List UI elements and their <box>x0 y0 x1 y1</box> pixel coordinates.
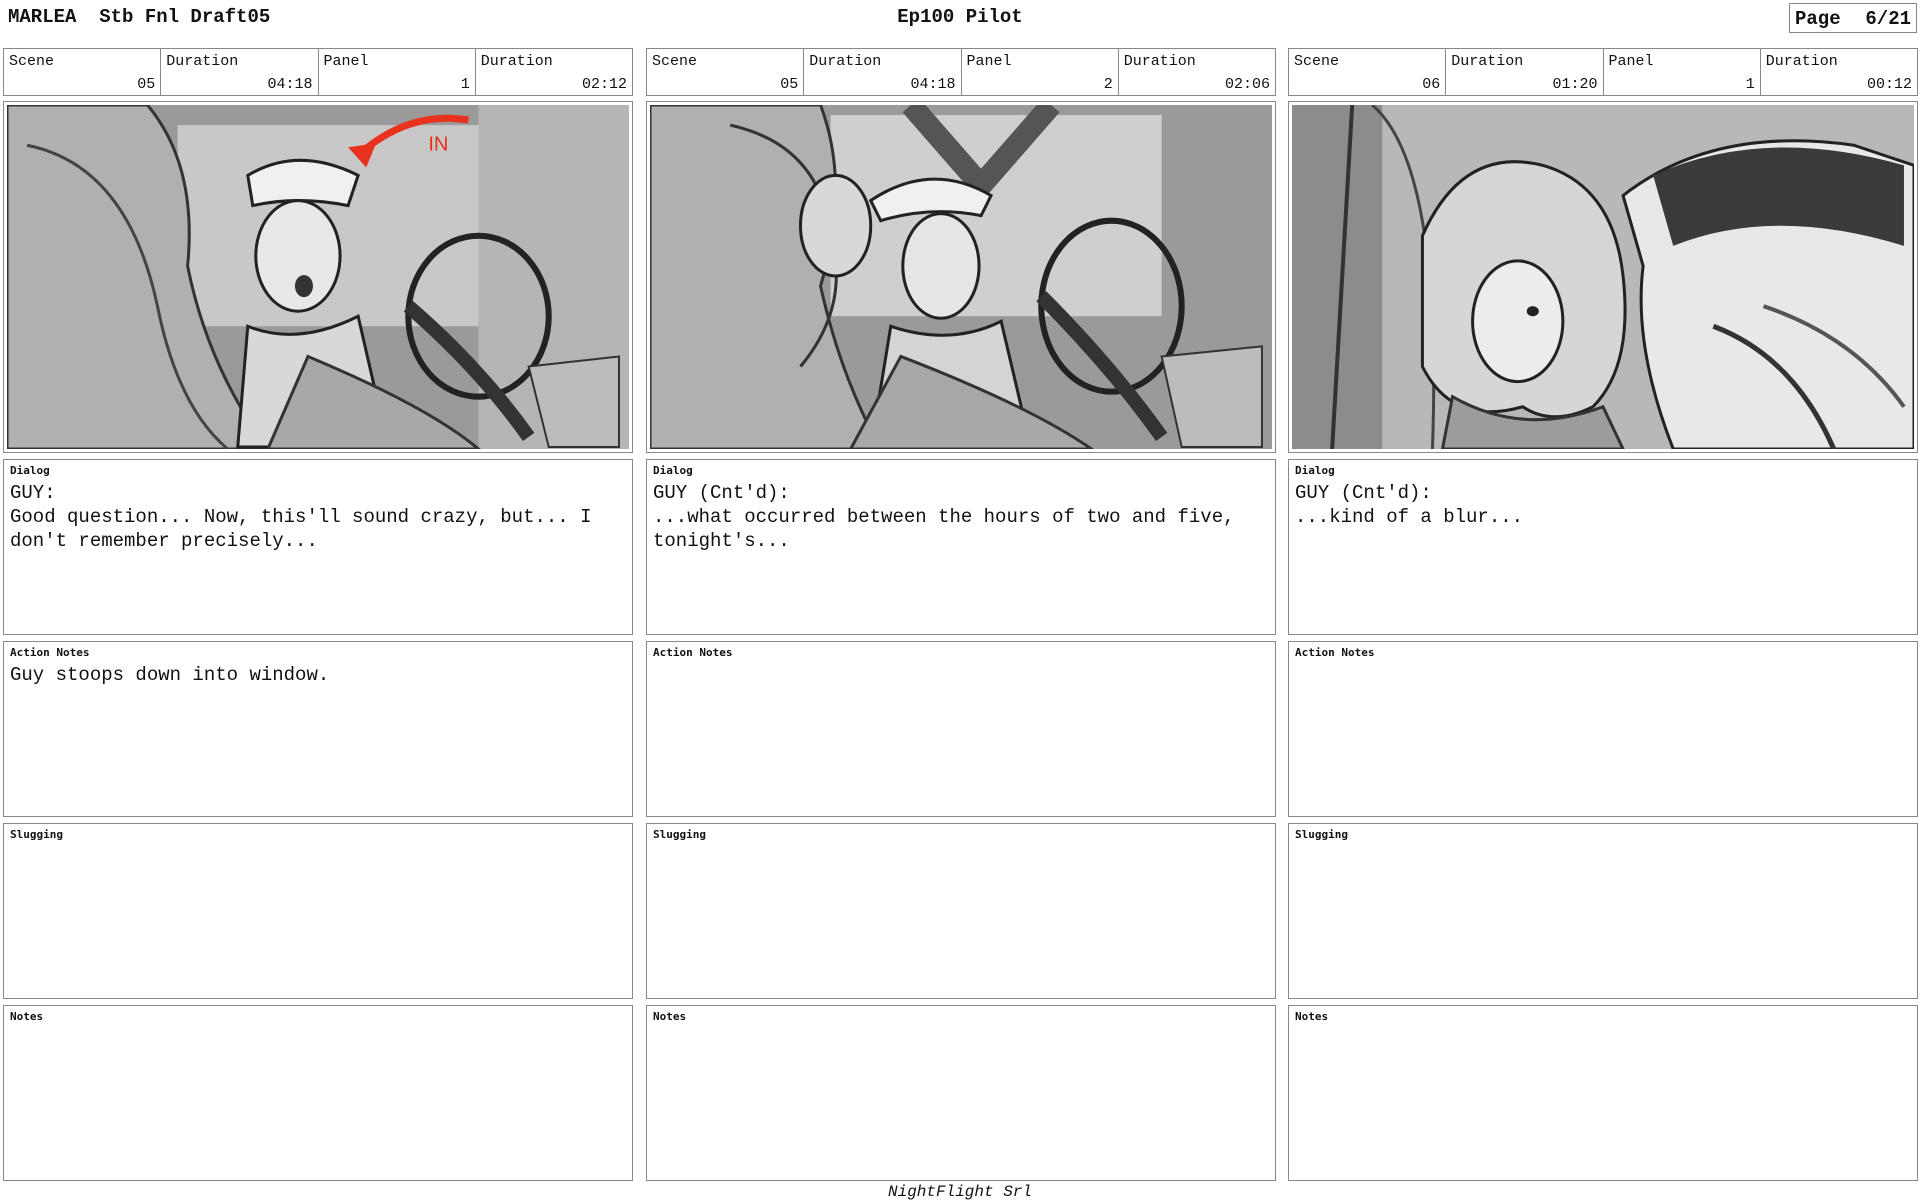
episode-title: Ep100 Pilot <box>897 6 1023 28</box>
action-notes-box: Action Notes <box>646 641 1276 817</box>
scene-duration-value: 04:18 <box>267 76 313 93</box>
dialog-box: Dialog GUY: Good question... Now, this'l… <box>3 459 633 635</box>
dialog-box: Dialog GUY (Cnt'd): ...kind of a blur... <box>1288 459 1918 635</box>
panel-value: 2 <box>1103 76 1113 93</box>
page-label: Page <box>1795 8 1841 30</box>
notes-label: Notes <box>1295 1010 1329 1023</box>
action-notes-label: Action Notes <box>1295 646 1375 659</box>
scene-duration-cell: Duration 04:18 <box>161 49 319 95</box>
slugging-box: Slugging <box>3 823 633 999</box>
dialog-label: Dialog <box>1295 464 1335 477</box>
panel-label: Panel <box>966 53 1012 70</box>
panel-duration-value: 02:06 <box>1224 76 1270 93</box>
scene-label: Scene <box>9 53 55 70</box>
sketch-woman-and-guy-in-car <box>650 105 1272 449</box>
panel-info-row: Scene 05 Duration 04:18 Panel 1 Duration… <box>3 48 633 96</box>
duration-label: Duration <box>480 53 553 70</box>
notes-box: Notes <box>646 1005 1276 1181</box>
panel-label: Panel <box>323 53 369 70</box>
scene-duration-cell: Duration 01:20 <box>1446 49 1604 95</box>
panel-duration-value: 02:12 <box>581 76 627 93</box>
panel-duration-value: 00:12 <box>1866 76 1912 93</box>
slugging-box: Slugging <box>646 823 1276 999</box>
action-notes-box: Action Notes Guy stoops down into window… <box>3 641 633 817</box>
notes-box: Notes <box>1288 1005 1918 1181</box>
page-indicator: Page 6/21 <box>1789 3 1917 33</box>
dialog-box: Dialog GUY (Cnt'd): ...what occurred bet… <box>646 459 1276 635</box>
scene-cell: Scene 06 <box>1289 49 1447 95</box>
slugging-label: Slugging <box>653 828 706 841</box>
footer-studio-name: NightFlight Srl <box>887 1183 1033 1201</box>
notes-box: Notes <box>3 1005 633 1181</box>
storyboard-frame-1: IN <box>3 101 633 453</box>
dialog-label: Dialog <box>10 464 50 477</box>
notes-label: Notes <box>10 1010 44 1023</box>
scene-duration-value: 04:18 <box>910 76 956 93</box>
scene-label: Scene <box>1294 53 1340 70</box>
storyboard-panel-3: Scene 06 Duration 01:20 Panel 1 Duration… <box>1288 48 1918 1181</box>
panel-duration-cell: Duration 02:06 <box>1119 49 1275 95</box>
scene-value: 05 <box>137 76 156 93</box>
duration-label: Duration <box>809 53 882 70</box>
dialog-text[interactable]: GUY: Good question... Now, this'll sound… <box>10 481 626 553</box>
duration-label: Duration <box>1123 53 1196 70</box>
scene-duration-value: 01:20 <box>1552 76 1598 93</box>
panel-info-row: Scene 05 Duration 04:18 Panel 2 Duration… <box>646 48 1276 96</box>
page-header: MARLEA Stb Fnl Draft05 Ep100 Pilot Page … <box>0 0 1920 40</box>
storyboard-panel-2: Scene 05 Duration 04:18 Panel 2 Duration… <box>646 48 1276 1181</box>
panel-cell: Panel 1 <box>1604 49 1761 95</box>
storyboard-frame-2 <box>646 101 1276 453</box>
panel-value: 1 <box>1745 76 1755 93</box>
drawing-annotation: IN <box>428 133 448 155</box>
panel-label: Panel <box>1608 53 1654 70</box>
sketch-car-interior-guy-at-window: IN <box>7 105 629 449</box>
panel-duration-cell: Duration 02:12 <box>476 49 632 95</box>
action-notes-label: Action Notes <box>653 646 733 659</box>
scene-value: 06 <box>1422 76 1441 93</box>
panel-cell: Panel 2 <box>962 49 1119 95</box>
panel-value: 1 <box>460 76 470 93</box>
scene-cell: Scene 05 <box>4 49 162 95</box>
slugging-label: Slugging <box>10 828 63 841</box>
action-notes-text[interactable]: Guy stoops down into window. <box>10 663 626 687</box>
storyboard-panel-1: Scene 05 Duration 04:18 Panel 1 Duration… <box>3 48 633 1181</box>
storyboard-frame-3 <box>1288 101 1918 453</box>
slugging-label: Slugging <box>1295 828 1348 841</box>
notes-label: Notes <box>653 1010 687 1023</box>
panel-duration-cell: Duration 00:12 <box>1761 49 1917 95</box>
sketch-woman-closeup-guy-foreground <box>1292 105 1914 449</box>
dialog-label: Dialog <box>653 464 693 477</box>
dialog-text[interactable]: GUY (Cnt'd): ...kind of a blur... <box>1295 481 1911 529</box>
action-notes-box: Action Notes <box>1288 641 1918 817</box>
action-notes-label: Action Notes <box>10 646 90 659</box>
scene-label: Scene <box>652 53 698 70</box>
scene-value: 05 <box>780 76 799 93</box>
page-number: 6/21 <box>1865 8 1911 30</box>
slugging-box: Slugging <box>1288 823 1918 999</box>
duration-label: Duration <box>1765 53 1838 70</box>
panel-info-row: Scene 06 Duration 01:20 Panel 1 Duration… <box>1288 48 1918 96</box>
scene-cell: Scene 05 <box>647 49 805 95</box>
dialog-text[interactable]: GUY (Cnt'd): ...what occurred between th… <box>653 481 1269 553</box>
panel-cell: Panel 1 <box>319 49 476 95</box>
duration-label: Duration <box>166 53 239 70</box>
duration-label: Duration <box>1451 53 1524 70</box>
scene-duration-cell: Duration 04:18 <box>804 49 962 95</box>
